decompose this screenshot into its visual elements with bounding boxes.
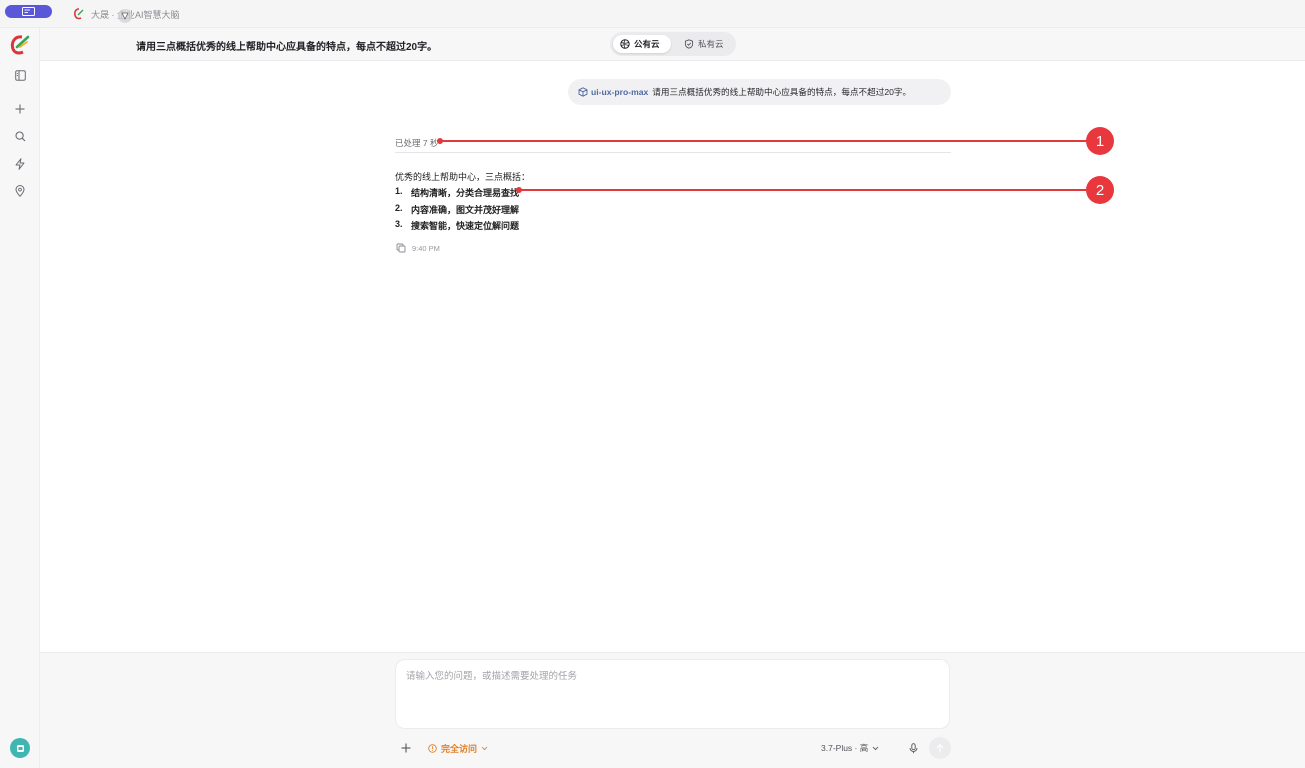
search-icon xyxy=(14,130,25,141)
lightning-icon xyxy=(15,158,25,170)
app-title: 大晟 · 企业AI智慧大脑 xyxy=(91,10,180,20)
warning-circle-icon xyxy=(428,744,437,753)
location-pin-icon xyxy=(15,185,25,197)
mouse-cursor-icon xyxy=(118,9,132,23)
copy-icon[interactable] xyxy=(396,243,406,253)
message-actions: 9:40 PM xyxy=(396,243,440,253)
list-number: 3. xyxy=(395,219,403,229)
sidebar-panel-icon xyxy=(14,69,26,81)
conversation-header: 请用三点概括优秀的线上帮助中心应具备的特点，每点不超过20字。 公有云 私有云 xyxy=(40,28,1305,61)
access-mode-label: 完全访问 xyxy=(441,744,478,754)
user-avatar[interactable] xyxy=(10,738,30,758)
sidebar-search[interactable] xyxy=(11,127,29,145)
chat-input[interactable] xyxy=(404,670,938,683)
callout-1-badge: 1 xyxy=(1086,127,1114,155)
avatar-icon xyxy=(16,744,24,752)
model-label: 3.7-Plus · 高 xyxy=(821,743,869,753)
app-logo-icon xyxy=(74,8,84,20)
answer-intro: 优秀的线上帮助中心，三点概括： xyxy=(395,172,531,182)
public-cloud-label: 公有云 xyxy=(634,39,660,49)
shield-icon xyxy=(684,39,694,49)
list-item: 1. 结构清晰，分类合理易查找 xyxy=(395,186,519,203)
skill-tag[interactable]: ui-ux-pro-max xyxy=(591,87,648,97)
plus-icon xyxy=(401,743,411,753)
cloud-mode-toggle[interactable]: 公有云 私有云 xyxy=(610,32,736,56)
callout-1-line xyxy=(440,140,1090,142)
list-number: 2. xyxy=(395,202,403,213)
cube-icon xyxy=(578,87,588,97)
sidebar-location[interactable] xyxy=(11,182,29,200)
chevron-down-icon xyxy=(481,746,488,751)
answer-list: 1. 结构清晰，分类合理易查找 2. 内容准确，图文并茂好理解 3. 搜索智能，快速定… xyxy=(395,186,519,236)
title-bar: 大晟 · 企业AI智慧大脑 xyxy=(0,0,1305,28)
list-text: 内容准确，图文并茂好理解 xyxy=(411,204,520,215)
private-cloud-option[interactable]: 私有云 xyxy=(677,35,733,53)
list-item: 3. 搜索智能，快速定位解问题 xyxy=(395,219,519,236)
sidebar-new-chat[interactable] xyxy=(11,100,29,118)
list-text: 搜索智能，快速定位解问题 xyxy=(411,221,520,231)
sidebar-panel-toggle[interactable] xyxy=(11,66,29,84)
globe-icon xyxy=(620,39,630,49)
window-icon xyxy=(22,7,35,16)
voice-input-button[interactable] xyxy=(906,741,920,755)
access-mode-dropdown[interactable]: 完全访问 xyxy=(428,742,488,755)
list-text: 结构清晰，分类合理易查找 xyxy=(411,188,520,198)
composer-box[interactable] xyxy=(395,659,950,729)
microphone-icon xyxy=(909,742,917,753)
message-time: 9:40 PM xyxy=(412,243,440,253)
callout-2-line xyxy=(519,189,1090,191)
divider xyxy=(395,152,951,153)
model-selector[interactable]: 3.7-Plus · 高 xyxy=(821,742,879,754)
list-item: 2. 内容准确，图文并茂好理解 xyxy=(395,203,519,220)
arrow-up-icon xyxy=(936,743,944,752)
public-cloud-option[interactable]: 公有云 xyxy=(613,35,671,53)
sidebar xyxy=(0,28,40,768)
callout-2-badge: 2 xyxy=(1086,176,1114,204)
send-button[interactable] xyxy=(929,737,951,759)
attach-button[interactable] xyxy=(399,741,413,755)
plus-icon xyxy=(15,104,25,114)
user-message-text: 请用三点概括优秀的线上帮助中心应具备的特点，每点不超过20字。 xyxy=(652,87,912,97)
processed-time-label[interactable]: 已处理 7 秒 xyxy=(395,137,438,149)
brand-logo-icon[interactable] xyxy=(9,34,31,56)
private-cloud-label: 私有云 xyxy=(698,39,724,49)
list-number: 1. xyxy=(395,186,403,196)
conversation-title: 请用三点概括优秀的线上帮助中心应具备的特点，每点不超过20字。 xyxy=(136,42,438,53)
chevron-down-icon xyxy=(872,746,879,750)
window-switcher-button[interactable] xyxy=(5,5,52,18)
user-message-bubble: ui-ux-pro-max 请用三点概括优秀的线上帮助中心应具备的特点，每点不超… xyxy=(568,79,951,105)
sidebar-quick-actions[interactable] xyxy=(11,155,29,173)
